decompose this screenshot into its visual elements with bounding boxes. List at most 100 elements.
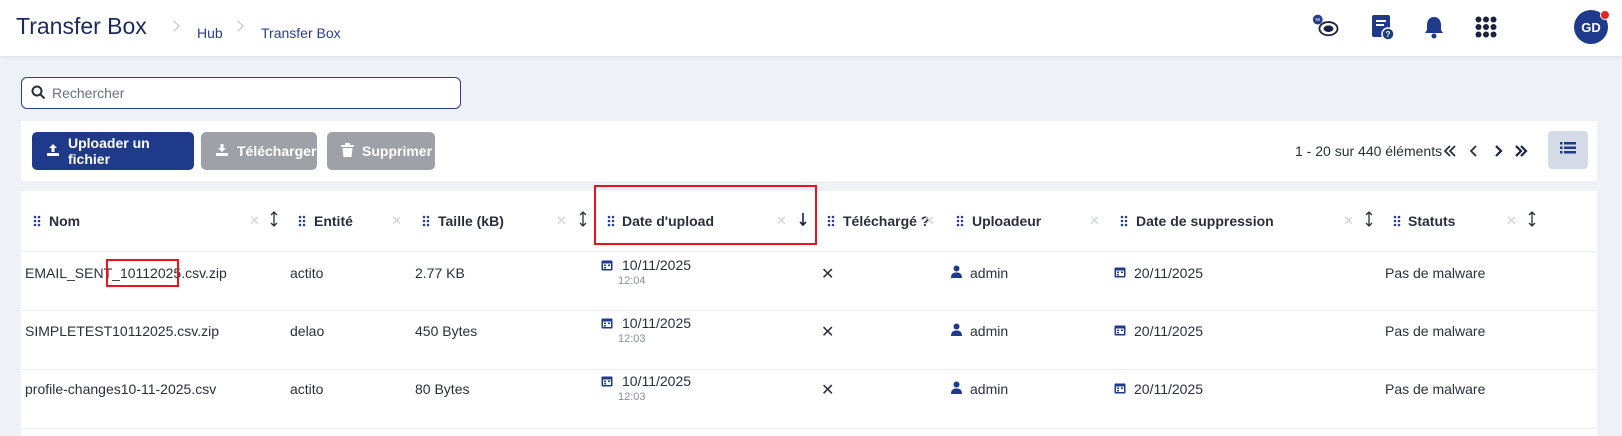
entity-cell: actito: [290, 265, 324, 281]
deletion-date-cell: 20/11/2025: [1134, 265, 1204, 281]
action-toolbar: Uploader un fichier Télécharger Supprime…: [21, 121, 1597, 181]
uploader-cell: admin: [970, 381, 1009, 397]
page-title: Transfer Box: [16, 13, 147, 39]
previous-page-icon[interactable]: [1463, 138, 1485, 164]
svg-text:MI: MI: [1315, 17, 1320, 22]
top-bar: Transfer Box Hub Transfer Box MI ? GD: [0, 0, 1622, 56]
size-cell: 2.77 KB: [415, 265, 465, 281]
clear-filter-icon[interactable]: ✕: [391, 213, 402, 229]
files-table: Nom ✕ Entité ✕ Taille (kB) ✕ Date d'uplo…: [21, 185, 1597, 436]
clear-filter-icon[interactable]: ✕: [1506, 213, 1517, 229]
delete-button[interactable]: Supprimer: [327, 132, 435, 170]
breadcrumb-chevron-icon: [168, 20, 180, 32]
breadcrumb-chevron-icon: [232, 20, 244, 32]
upload-file-button[interactable]: Uploader un fichier: [32, 132, 194, 170]
notification-dot: [1600, 10, 1610, 20]
sort-icon[interactable]: [1527, 211, 1537, 232]
column-header-downloaded[interactable]: Téléchargé ?: [843, 213, 929, 229]
status-cell: Pas de malware: [1385, 265, 1486, 281]
row-divider: [21, 310, 1597, 311]
clear-filter-icon[interactable]: ✕: [1089, 213, 1100, 229]
entity-cell: delao: [290, 323, 325, 339]
breadcrumb-current: Transfer Box: [261, 25, 341, 41]
status-cell: Pas de malware: [1385, 381, 1486, 397]
clear-filter-icon[interactable]: ✕: [1343, 213, 1354, 229]
drag-handle-icon[interactable]: [422, 214, 430, 232]
upload-time-cell: 12:03: [618, 391, 646, 403]
download-label: Télécharger: [237, 143, 317, 159]
column-header-name[interactable]: Nom: [49, 213, 80, 229]
calendar-icon: [1114, 265, 1126, 283]
clear-filter-icon[interactable]: ✕: [924, 213, 935, 229]
sort-icon[interactable]: [269, 211, 279, 232]
sort-icon[interactable]: [1364, 211, 1374, 232]
download-icon: [215, 143, 229, 160]
search-input[interactable]: [52, 82, 452, 104]
row-divider: [21, 428, 1597, 429]
svg-text:?: ?: [1386, 30, 1391, 39]
clear-filter-icon[interactable]: ✕: [249, 213, 260, 229]
size-cell: 450 Bytes: [415, 323, 478, 339]
trash-icon: [341, 142, 354, 160]
upload-time-cell: 12:03: [618, 333, 646, 345]
user-icon: [951, 323, 962, 341]
file-name-cell[interactable]: SIMPLETEST10112025.csv.zip: [25, 323, 219, 339]
uploader-cell: admin: [970, 323, 1009, 339]
search-box[interactable]: [21, 77, 461, 109]
drag-handle-icon[interactable]: [827, 214, 835, 232]
calendar-icon: [601, 316, 613, 334]
pagination-summary: 1 - 20 sur 440 éléments: [1295, 143, 1443, 159]
upload-date-cell: 10/11/2025: [622, 373, 692, 389]
not-downloaded-icon: ✕: [821, 324, 835, 341]
user-icon: [951, 381, 962, 399]
hub-logo-icon[interactable]: MI: [1312, 13, 1340, 41]
highlight-box-filename-date: [106, 259, 179, 287]
upload-time-cell: 12:04: [618, 275, 646, 287]
search-icon: [31, 85, 46, 105]
size-cell: 80 Bytes: [415, 381, 470, 397]
not-downloaded-icon: ✕: [821, 382, 835, 399]
file-name-cell[interactable]: profile-changes10-11-2025.csv: [25, 381, 216, 397]
upload-date-cell: 10/11/2025: [622, 257, 692, 273]
drag-handle-icon[interactable]: [1393, 214, 1401, 232]
uploader-cell: admin: [970, 265, 1009, 281]
column-header-status[interactable]: Statuts: [1408, 213, 1455, 229]
deletion-date-cell: 20/11/2025: [1134, 323, 1204, 339]
column-header-entity[interactable]: Entité: [314, 213, 353, 229]
clear-filter-icon[interactable]: ✕: [556, 213, 567, 229]
sort-icon[interactable]: [578, 211, 588, 232]
row-divider: [21, 251, 1597, 252]
column-header-size[interactable]: Taille (kB): [438, 213, 504, 229]
calendar-icon: [601, 258, 613, 276]
calendar-icon: [601, 374, 613, 392]
drag-handle-icon[interactable]: [1120, 214, 1128, 232]
apps-grid-icon[interactable]: [1472, 13, 1500, 41]
row-divider: [21, 369, 1597, 370]
delete-label: Supprimer: [362, 143, 433, 159]
breadcrumb-hub[interactable]: Hub: [197, 25, 223, 41]
last-page-icon[interactable]: [1510, 138, 1532, 164]
drag-handle-icon[interactable]: [956, 214, 964, 232]
download-button[interactable]: Télécharger: [201, 132, 317, 170]
help-document-icon[interactable]: ?: [1368, 13, 1396, 41]
upload-file-label: Uploader un fichier: [68, 135, 150, 167]
column-header-deletion-date[interactable]: Date de suppression: [1136, 213, 1274, 229]
drag-handle-icon[interactable]: [33, 214, 41, 232]
calendar-icon: [1114, 381, 1126, 399]
drag-handle-icon[interactable]: [298, 214, 306, 232]
deletion-date-cell: 20/11/2025: [1134, 381, 1204, 397]
column-header-uploader[interactable]: Uploadeur: [972, 213, 1041, 229]
list-view-button[interactable]: [1548, 131, 1588, 169]
bell-icon[interactable]: [1420, 13, 1448, 41]
first-page-icon[interactable]: [1439, 138, 1461, 164]
not-downloaded-icon: ✕: [821, 266, 835, 283]
next-page-icon[interactable]: [1487, 138, 1509, 164]
user-icon: [951, 265, 962, 283]
list-view-icon: [1560, 141, 1576, 159]
upload-icon: [46, 143, 60, 160]
calendar-icon: [1114, 323, 1126, 341]
upload-date-cell: 10/11/2025: [622, 315, 692, 331]
highlight-box-upload-date: [594, 185, 817, 245]
entity-cell: actito: [290, 381, 324, 397]
status-cell: Pas de malware: [1385, 323, 1486, 339]
